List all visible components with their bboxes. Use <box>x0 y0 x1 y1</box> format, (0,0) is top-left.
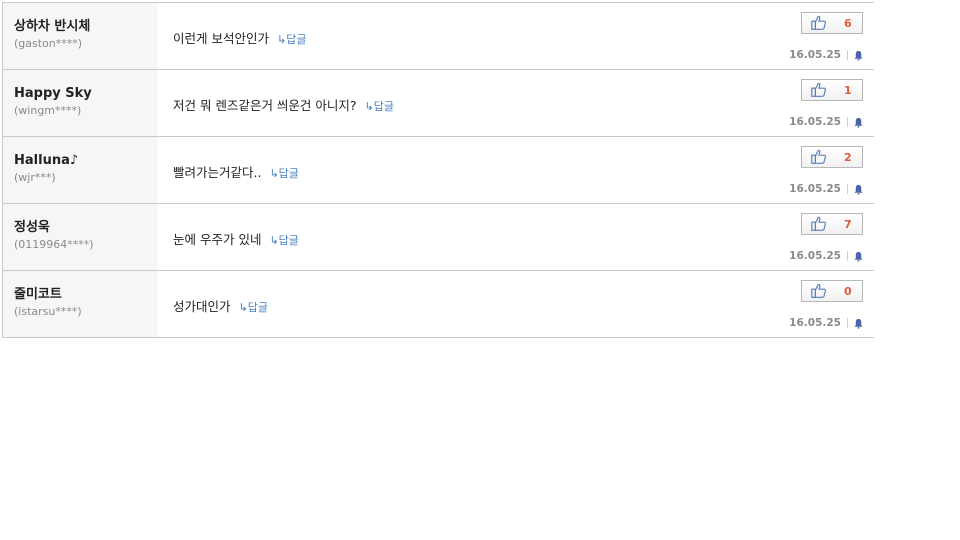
comment-date: 16.05.25 <box>789 116 841 128</box>
bell-icon[interactable] <box>853 318 864 329</box>
comment-text: 눈에 우주가 있네 <box>173 232 262 247</box>
comment-author: Happy Sky (wingm****) <box>2 70 158 136</box>
comment-list: 상하차 반시체 (gaston****) 이런게 보석안인가 ↳답글 6 16.0… <box>2 2 874 338</box>
like-button[interactable]: 1 <box>801 79 863 101</box>
comment-author: 정성욱 (0119964****) <box>2 204 158 270</box>
comment-text: 저건 뭐 렌즈같은거 씌운건 아니지? <box>173 98 357 113</box>
bell-icon[interactable] <box>853 251 864 262</box>
comment-content: 성가대인가 ↳답글 0 16.05.25 <box>158 271 874 337</box>
reply-button[interactable]: ↳답글 <box>365 100 394 113</box>
thumbs-up-icon <box>811 283 826 298</box>
reply-button[interactable]: ↳답글 <box>277 33 306 46</box>
comment-row: Happy Sky (wingm****) 저건 뭐 렌즈같은거 씌운건 아니지… <box>2 70 874 137</box>
author-nickname[interactable]: 상하차 반시체 <box>14 18 158 35</box>
comment-date: 16.05.25 <box>789 317 841 329</box>
comment-meta: 16.05.25 <box>789 183 864 195</box>
comment-content: 눈에 우주가 있네 ↳답글 7 16.05.25 <box>158 204 874 270</box>
divider <box>847 117 848 127</box>
reply-label: 답글 <box>247 301 268 314</box>
thumbs-up-icon <box>811 149 826 164</box>
author-id: (wingm****) <box>14 104 82 117</box>
comment-row: Halluna♪ (wjr***) 빨려가는거같다.. ↳답글 2 16.05.2… <box>2 137 874 204</box>
comment-content: 저건 뭐 렌즈같은거 씌운건 아니지? ↳답글 1 16.05.25 <box>158 70 874 136</box>
comment-row: 상하차 반시체 (gaston****) 이런게 보석안인가 ↳답글 6 16.0… <box>2 3 874 70</box>
comment-meta: 16.05.25 <box>789 116 864 128</box>
author-id: (wjr***) <box>14 171 56 184</box>
reply-button[interactable]: ↳답글 <box>269 234 298 247</box>
divider <box>847 251 848 261</box>
like-button[interactable]: 6 <box>801 12 863 34</box>
divider <box>847 50 848 60</box>
comment-content: 이런게 보석안인가 ↳답글 6 16.05.25 <box>158 3 874 69</box>
reply-arrow-icon: ↳ <box>269 167 279 180</box>
reply-label: 답글 <box>278 167 299 180</box>
like-button[interactable]: 7 <box>801 213 863 235</box>
reply-arrow-icon: ↳ <box>269 234 279 247</box>
comment-text: 성가대인가 <box>173 299 231 314</box>
reply-arrow-icon: ↳ <box>276 33 287 46</box>
comment-meta: 16.05.25 <box>789 317 864 329</box>
author-id: (gaston****) <box>14 37 83 50</box>
like-count: 1 <box>844 83 852 97</box>
like-button[interactable]: 2 <box>801 146 863 168</box>
comment-meta: 16.05.25 <box>789 250 864 262</box>
divider <box>847 318 848 328</box>
divider <box>847 184 848 194</box>
comment-author: 줄미코트 (istarsu****) <box>2 271 158 337</box>
author-id: (0119964****) <box>14 238 94 251</box>
comment-date: 16.05.25 <box>789 250 841 262</box>
like-count: 6 <box>844 16 852 30</box>
author-nickname[interactable]: Happy Sky <box>14 85 158 102</box>
like-count: 2 <box>844 150 852 164</box>
comment-row: 줄미코트 (istarsu****) 성가대인가 ↳답글 0 16.05.25 <box>2 271 874 338</box>
comment-date: 16.05.25 <box>789 49 841 61</box>
reply-label: 답글 <box>373 100 394 113</box>
reply-label: 답글 <box>286 33 307 46</box>
like-button[interactable]: 0 <box>801 280 863 302</box>
reply-button[interactable]: ↳답글 <box>239 301 268 314</box>
comment-meta: 16.05.25 <box>789 49 864 61</box>
thumbs-up-icon <box>811 15 826 30</box>
author-nickname[interactable]: 줄미코트 <box>14 286 158 303</box>
comment-text: 이런게 보석안인가 <box>173 31 269 46</box>
author-id: (istarsu****) <box>14 305 82 318</box>
comment-author: 상하차 반시체 (gaston****) <box>2 3 158 69</box>
thumbs-up-icon <box>811 82 826 97</box>
reply-label: 답글 <box>278 234 299 247</box>
bell-icon[interactable] <box>853 117 864 128</box>
like-count: 7 <box>844 217 852 231</box>
comment-date: 16.05.25 <box>789 183 841 195</box>
bell-icon[interactable] <box>853 184 864 195</box>
author-nickname[interactable]: Halluna♪ <box>14 152 158 169</box>
comment-row: 정성욱 (0119964****) 눈에 우주가 있네 ↳답글 7 16.05.2… <box>2 204 874 271</box>
comment-content: 빨려가는거같다.. ↳답글 2 16.05.25 <box>158 137 874 203</box>
like-count: 0 <box>844 284 852 298</box>
reply-button[interactable]: ↳답글 <box>269 167 298 180</box>
comment-author: Halluna♪ (wjr***) <box>2 137 158 203</box>
thumbs-up-icon <box>811 216 826 231</box>
comment-text: 빨려가는거같다.. <box>173 165 262 180</box>
reply-arrow-icon: ↳ <box>238 301 248 314</box>
author-nickname[interactable]: 정성욱 <box>14 219 158 236</box>
bell-icon[interactable] <box>853 50 864 61</box>
reply-arrow-icon: ↳ <box>364 100 374 113</box>
